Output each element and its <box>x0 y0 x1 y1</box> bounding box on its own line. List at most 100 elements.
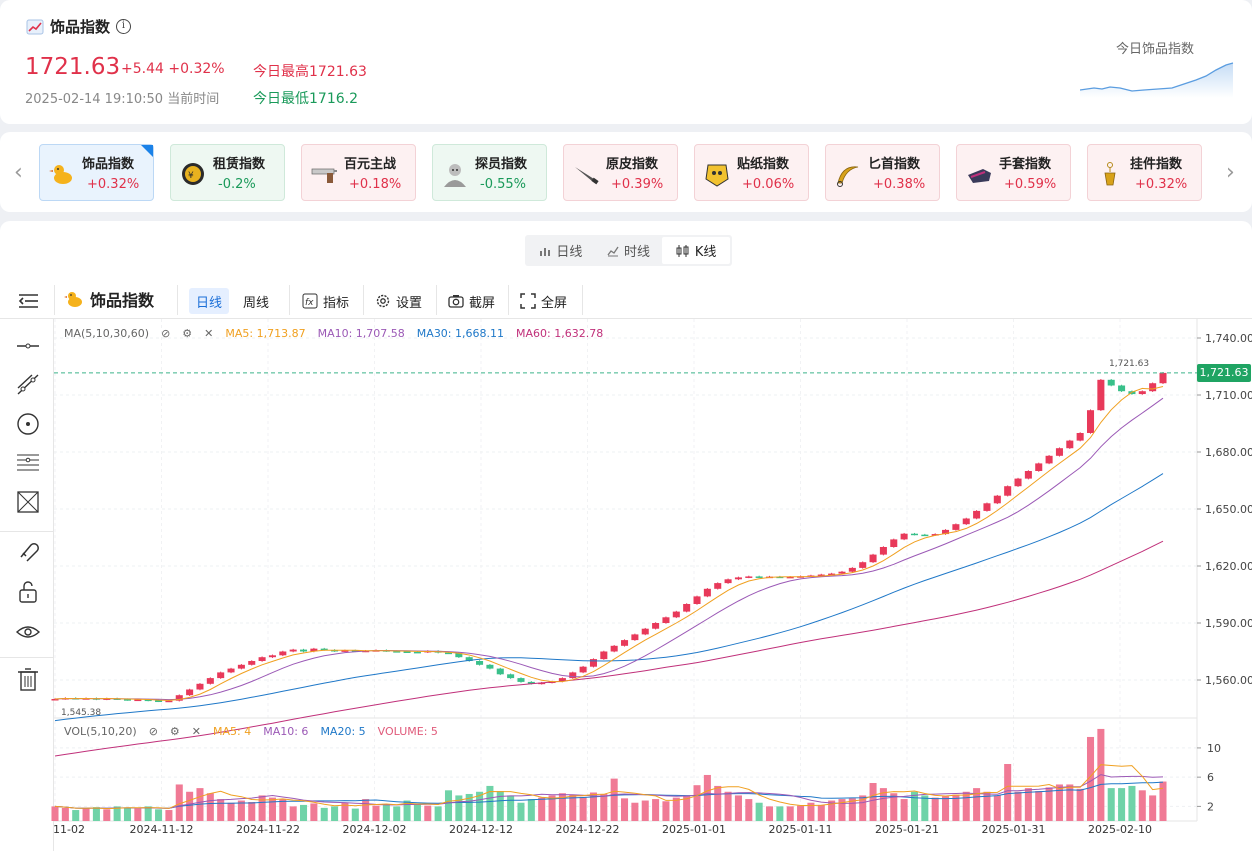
volume-bar <box>393 806 401 821</box>
x-axis-label: 2025-01-21 <box>875 823 939 836</box>
volume-bar <box>1004 764 1012 821</box>
volume-tick-label: 10 <box>1207 742 1221 755</box>
chevron-right-icon[interactable]: › <box>1226 160 1235 185</box>
volume-bar <box>1118 788 1126 821</box>
x-axis-label: 2025-01-11 <box>769 823 833 836</box>
price-change: +5.44 +0.32% <box>121 61 225 77</box>
volume-value: VOLUME: 5 <box>377 725 438 738</box>
candle-body <box>662 617 670 623</box>
glove-icon <box>968 169 991 183</box>
ma60-line <box>54 540 1164 757</box>
volume-bar <box>1014 791 1022 821</box>
candle-body <box>621 640 629 646</box>
volume-bar <box>817 804 825 821</box>
volume-bar <box>434 806 442 821</box>
vol-legend-label: VOL(5,10,20) <box>64 725 137 738</box>
close-icon[interactable]: ✕ <box>204 327 213 340</box>
index-tab-name: 贴纸指数 <box>737 157 790 172</box>
candle-body <box>962 518 970 525</box>
index-tab-2[interactable]: 百元主战 +0.18% <box>301 144 416 201</box>
candle-body <box>890 539 898 547</box>
candle-body <box>206 678 214 684</box>
index-tab-3[interactable]: 探员指数 -0.55% <box>432 144 547 201</box>
info-icon[interactable]: i <box>116 19 132 34</box>
candle-body <box>268 655 276 658</box>
current-price: 1721.63 <box>25 54 121 80</box>
sticker-icon <box>705 164 729 187</box>
volume-bar <box>507 795 515 821</box>
candle-body <box>693 596 701 604</box>
index-tab-7[interactable]: 手套指数 +0.59% <box>956 144 1071 201</box>
x-axis-label: 2024-12-12 <box>449 823 513 836</box>
index-tab-6[interactable]: 匕首指数 +0.38% <box>825 144 940 201</box>
eye-off-icon[interactable]: ⊘ <box>149 725 158 738</box>
candle-body <box>745 576 753 578</box>
candle-body <box>1097 379 1105 411</box>
candle-body <box>186 689 194 696</box>
volume-bar <box>289 806 297 821</box>
volume-bar <box>600 793 608 821</box>
ma-legend: MA(5,10,30,60) ⊘ ⚙ ✕ MA5: 1,713.87 MA10:… <box>64 327 603 340</box>
candle-body <box>1149 383 1157 392</box>
chart-trend-icon <box>26 19 44 34</box>
volume-bar <box>1159 781 1167 821</box>
candle-body <box>1055 448 1063 456</box>
candle-body <box>1159 372 1167 384</box>
x-axis-label: 2024-11-12 <box>130 823 194 836</box>
candle-body <box>165 700 173 703</box>
price-tick-label: 1,590.00 <box>1205 617 1252 630</box>
index-tab-5[interactable]: 贴纸指数 +0.06% <box>694 144 809 201</box>
volume-bar <box>134 808 142 821</box>
index-tab-1[interactable]: ¥ 租赁指数 -0.2% <box>170 144 285 201</box>
volume-bar <box>538 797 546 821</box>
volume-bar <box>320 807 328 821</box>
candle-body <box>672 611 680 618</box>
volume-bar <box>724 791 732 821</box>
gear-icon[interactable]: ⚙ <box>182 327 192 340</box>
candle-body <box>1107 379 1115 386</box>
ma-legend-label: MA(5,10,30,60) <box>64 327 150 340</box>
candle-body <box>993 495 1001 504</box>
index-tab-8[interactable]: 挂件指数 +0.32% <box>1087 144 1202 201</box>
volume-legend: VOL(5,10,20) ⊘ ⚙ ✕ MA5: 4 MA10: 6 MA20: … <box>64 725 438 738</box>
index-tab-name: 原皮指数 <box>606 157 659 172</box>
gear-icon[interactable]: ⚙ <box>170 725 180 738</box>
kline-chart-card: 日线 时线 K线 日线 周线 fx 指标 设置 截屏 全屏 饰品指数 1,740… <box>0 221 1252 851</box>
candle-body <box>631 634 639 641</box>
candle-body <box>848 567 856 572</box>
volume-bar <box>1107 788 1115 821</box>
volume-bar <box>300 804 308 821</box>
volume-bar <box>186 791 194 821</box>
eye-off-icon[interactable]: ⊘ <box>161 327 170 340</box>
index-tab-change: +0.59% <box>1004 177 1057 192</box>
index-title: 饰品指数 <box>50 18 111 36</box>
current-time: 2025-02-14 19:10:50 当前时间 <box>25 92 220 107</box>
price-tick-label: 1,710.00 <box>1205 389 1252 402</box>
index-tab-4[interactable]: 原皮指数 +0.39% <box>563 144 678 201</box>
index-tab-change: +0.32% <box>87 177 140 192</box>
candle-body <box>714 583 722 589</box>
index-tab-0[interactable]: 饰品指数 +0.32% <box>39 144 154 201</box>
volume-bar <box>797 805 805 821</box>
today-low: 今日最低1716.2 <box>253 91 358 107</box>
volume-bar <box>1128 785 1136 821</box>
volume-tick-label: 6 <box>1207 771 1214 784</box>
price-tick-label: 1,560.00 <box>1205 674 1252 687</box>
close-icon[interactable]: ✕ <box>192 725 201 738</box>
duck-icon <box>49 165 72 184</box>
volume-bar <box>72 810 80 821</box>
today-sparkline <box>1080 62 1234 98</box>
chevron-left-icon[interactable]: ‹ <box>14 160 23 185</box>
candle-body <box>1035 463 1043 471</box>
index-summary-card: 饰品指数 i 1721.63 +5.44 +0.32% 今日最高1721.63 … <box>0 0 1252 124</box>
vol-ma10-value: MA10: 6 <box>263 725 309 738</box>
charm-icon <box>1104 162 1116 186</box>
volume-bar <box>610 778 618 821</box>
volume-bar <box>227 802 235 821</box>
kline-chart-svg[interactable]: 1,740.00 1,710.00 1,680.00 1,650.00 1,620.00… <box>0 221 1252 851</box>
volume-bar <box>755 802 763 821</box>
candle-body <box>507 674 515 679</box>
volume-bar <box>362 799 370 821</box>
volume-bar <box>413 803 421 821</box>
selected-corner <box>141 145 153 157</box>
